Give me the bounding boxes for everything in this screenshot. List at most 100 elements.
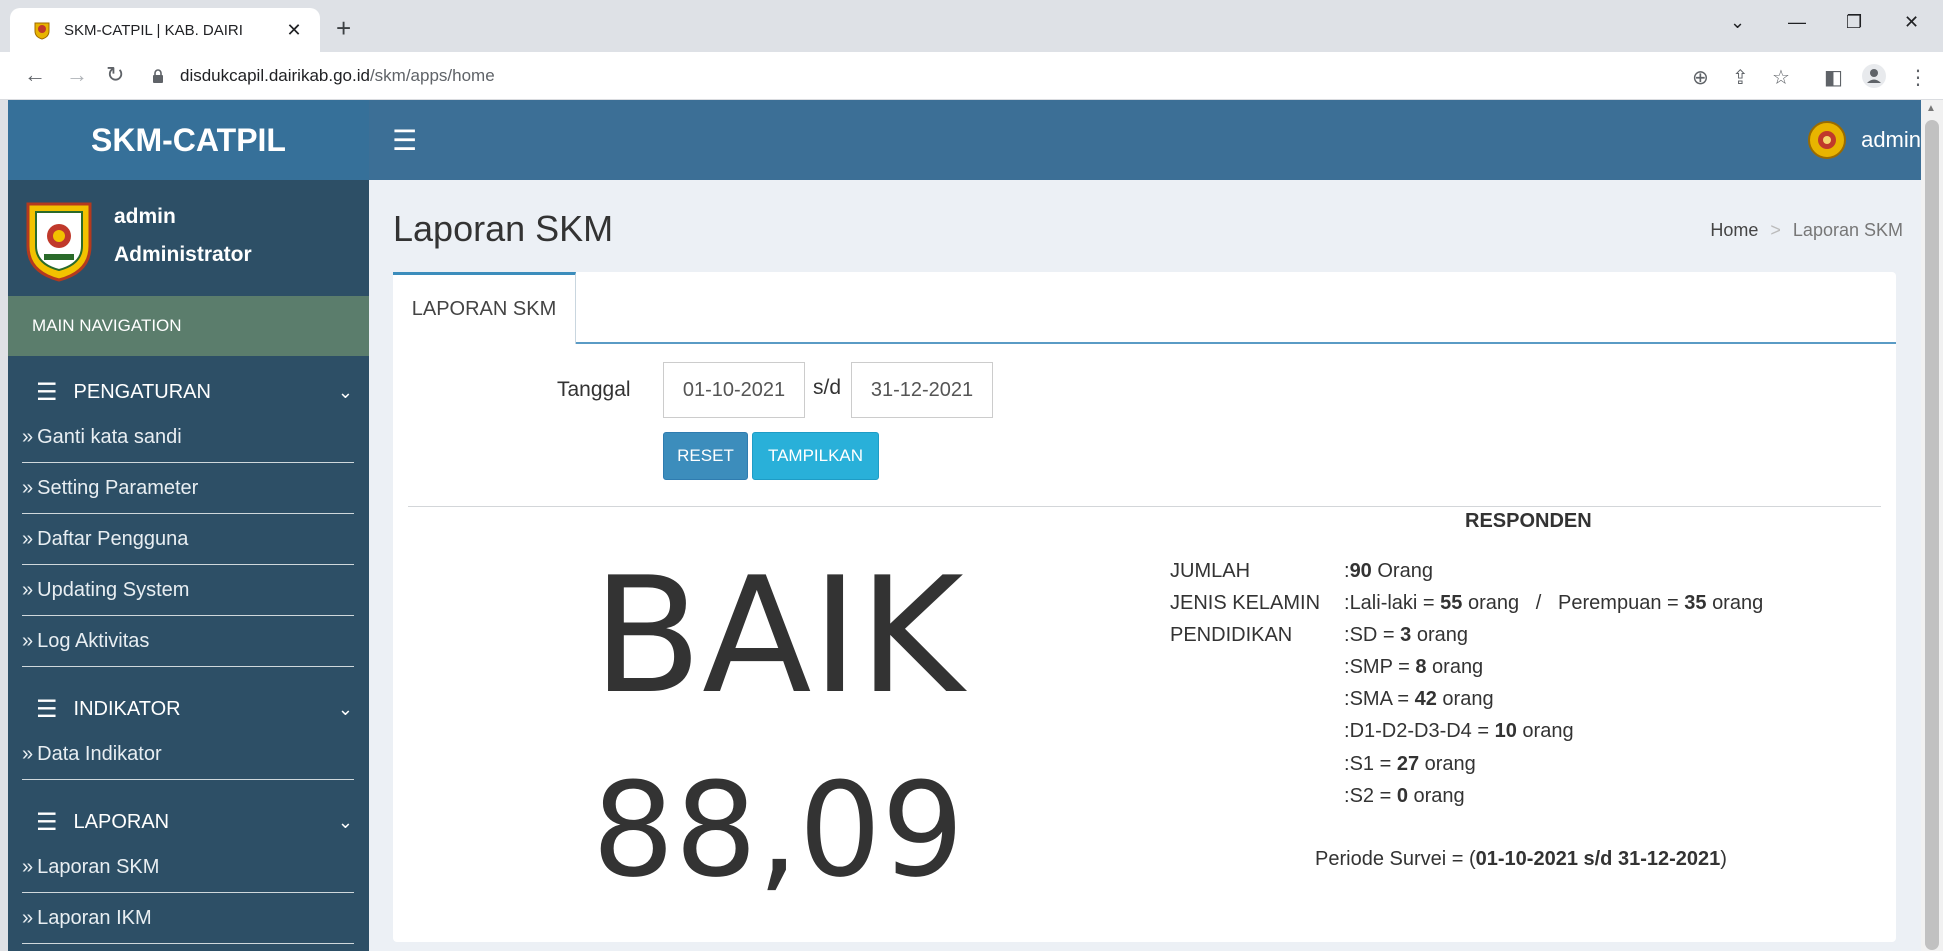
browser-tabbar: SKM-CATPIL | KAB. DAIRI ✕ + ⌄ — ❐ ✕ xyxy=(0,0,1943,52)
browser-menu-icon[interactable]: ⋮ xyxy=(1908,65,1928,90)
reset-button[interactable]: RESET xyxy=(663,432,748,480)
pendidikan-item-label: S2 = xyxy=(1349,785,1392,807)
pendidikan-item-count: 42 xyxy=(1414,688,1437,710)
scrollbar-thumb[interactable] xyxy=(1925,120,1939,950)
report-panel: LAPORAN SKM Tanggal s/d RESET TAMPILKAN … xyxy=(393,272,1896,942)
menu-item-setting-parameter[interactable]: » Setting Parameter xyxy=(22,463,354,514)
pendidikan-item-label: SMP = xyxy=(1349,656,1410,678)
profile-avatar-icon[interactable] xyxy=(1862,64,1886,88)
date-separator: s/d xyxy=(813,376,842,399)
pendidikan-label: PENDIDIKAN xyxy=(1170,624,1293,646)
page-title: Laporan SKM xyxy=(393,208,614,249)
unit-label: orang xyxy=(1416,624,1468,646)
forward-icon[interactable]: → xyxy=(66,62,88,88)
main-navigation-header: MAIN NAVIGATION xyxy=(8,296,369,356)
divider xyxy=(408,506,1881,507)
menu-item-label: Ganti kata sandi xyxy=(37,425,182,448)
restore-icon[interactable]: ❐ xyxy=(1846,12,1862,33)
user-panel: admin Administrator xyxy=(8,180,369,296)
jumlah-label: JUMLAH xyxy=(1170,560,1251,582)
regency-emblem-icon xyxy=(26,202,92,282)
menu-item-label: Daftar Pengguna xyxy=(37,527,189,550)
unit-label: orang xyxy=(1522,720,1574,742)
breadcrumb-separator: > xyxy=(1770,220,1781,240)
sidebar-user-role: Administrator xyxy=(114,243,252,266)
app: SKM-CATPIL ☰ admin admin Administrator M… xyxy=(8,100,1921,951)
pendidikan-item-count: 3 xyxy=(1400,624,1412,646)
browser-addressbar: ← → ↻ disdukcapil.dairikab.go.id/skm/app… xyxy=(0,52,1943,100)
url-host: disdukcapil.dairikab.go.id xyxy=(180,66,370,85)
date-to-field[interactable] xyxy=(851,362,993,418)
side-panel-icon[interactable]: ◧ xyxy=(1824,65,1843,90)
bookmark-star-icon[interactable]: ☆ xyxy=(1772,65,1790,90)
menu-item-label: Laporan IKM xyxy=(37,906,152,929)
unit-label: orang xyxy=(1442,688,1494,710)
periode-prefix: Periode Survei = ( xyxy=(1315,848,1476,870)
share-icon[interactable]: ⇪ xyxy=(1732,65,1749,90)
pendidikan-item-count: 10 xyxy=(1494,720,1517,742)
main-content: Laporan SKM Home > Laporan SKM LAPORAN S… xyxy=(369,180,1921,951)
unit-label: orang xyxy=(1432,656,1484,678)
user-menu-name: admin xyxy=(1861,127,1921,152)
periode-survei: Periode Survei = (01-10-2021 s/d 31-12-2… xyxy=(1315,848,1727,871)
male-count: 55 xyxy=(1440,592,1463,614)
brand-logo[interactable]: SKM-CATPIL xyxy=(8,100,369,180)
url-field[interactable]: disdukcapil.dairikab.go.id/skm/apps/home xyxy=(150,60,1810,92)
date-from-field[interactable] xyxy=(663,362,805,418)
menu-item-label: Data Indikator xyxy=(37,742,162,765)
site-logo-icon xyxy=(34,22,50,40)
unit-label: orang xyxy=(1712,592,1764,614)
menu-pengaturan-label: PENGATURAN xyxy=(73,380,211,403)
tab-search-icon[interactable]: ⌄ xyxy=(1730,12,1745,33)
pendidikan-item-count: 27 xyxy=(1396,753,1420,775)
periode-value: 01-10-2021 s/d 31-12-2021 xyxy=(1475,848,1721,870)
reload-icon[interactable]: ↻ xyxy=(106,62,124,88)
unit-label: orang xyxy=(1467,592,1520,614)
jenis-kelamin-label: JENIS KELAMIN xyxy=(1170,592,1321,614)
pendidikan-item-count: 0 xyxy=(1396,785,1408,807)
pendidikan-row: :S2 = 0 orang xyxy=(1344,785,1465,807)
tab-laporan-skm[interactable]: LAPORAN SKM xyxy=(393,272,576,344)
sidebar: admin Administrator MAIN NAVIGATION ☰ PE… xyxy=(8,180,369,951)
close-tab-icon[interactable]: ✕ xyxy=(282,20,306,41)
new-tab-icon[interactable]: + xyxy=(336,13,351,44)
minimize-icon[interactable]: — xyxy=(1788,12,1806,33)
menu-item-updating-system[interactable]: » Updating System xyxy=(22,565,354,616)
menu-indikator[interactable]: ☰ INDIKATOR ⌄ xyxy=(8,673,369,745)
jumlah-unit: Orang xyxy=(1377,560,1433,582)
list-icon: ☰ xyxy=(36,695,58,723)
scroll-up-icon[interactable]: ▲ xyxy=(1926,103,1936,114)
score-value: 88,09 xyxy=(591,754,965,906)
user-menu[interactable]: admin xyxy=(1807,118,1921,162)
top-navbar: SKM-CATPIL ☰ admin xyxy=(8,100,1921,180)
browser-tab[interactable]: SKM-CATPIL | KAB. DAIRI ✕ xyxy=(10,8,320,52)
back-icon[interactable]: ← xyxy=(24,62,46,88)
menu-item-log-aktivitas[interactable]: » Log Aktivitas xyxy=(22,616,354,667)
periode-suffix: ) xyxy=(1720,848,1727,870)
list-icon: ☰ xyxy=(36,378,58,406)
zoom-icon[interactable]: ⊕ xyxy=(1692,65,1709,90)
url-path: /skm/apps/home xyxy=(369,66,495,85)
menu-item-laporan-ikm[interactable]: » Laporan IKM xyxy=(22,893,354,944)
menu-item-daftar-pengguna[interactable]: » Daftar Pengguna xyxy=(22,514,354,565)
jumlah-value: :90 Orang xyxy=(1344,560,1433,582)
menu-laporan[interactable]: ☰ LAPORAN ⌄ xyxy=(8,786,369,858)
sidebar-user-name: admin xyxy=(114,205,176,228)
breadcrumb-home[interactable]: Home xyxy=(1710,220,1758,241)
page-scrollbar[interactable]: ▲ xyxy=(1921,100,1943,951)
menu-item-label: Updating System xyxy=(37,578,190,601)
pendidikan-row: :SD = 3 orang xyxy=(1344,624,1468,646)
chevron-down-icon: ⌄ xyxy=(337,698,353,719)
chevron-down-icon: ⌄ xyxy=(337,811,353,832)
menu-pengaturan[interactable]: ☰ PENGATURAN ⌄ xyxy=(8,356,369,428)
chevron-down-icon: ⌄ xyxy=(337,381,353,402)
pendidikan-row: :D1-D2-D3-D4 = 10 orang xyxy=(1344,720,1574,742)
rating-text: BAIK xyxy=(592,542,964,729)
female-label: Perempuan = xyxy=(1558,592,1679,614)
sidebar-toggle-icon[interactable]: ☰ xyxy=(392,124,417,157)
tampilkan-button[interactable]: TAMPILKAN xyxy=(752,432,879,480)
tab-strip: LAPORAN SKM xyxy=(393,272,1896,344)
close-window-icon[interactable]: ✕ xyxy=(1904,12,1919,33)
pendidikan-row: :SMP = 8 orang xyxy=(1344,656,1484,678)
male-label: Lali-laki = xyxy=(1349,592,1435,614)
